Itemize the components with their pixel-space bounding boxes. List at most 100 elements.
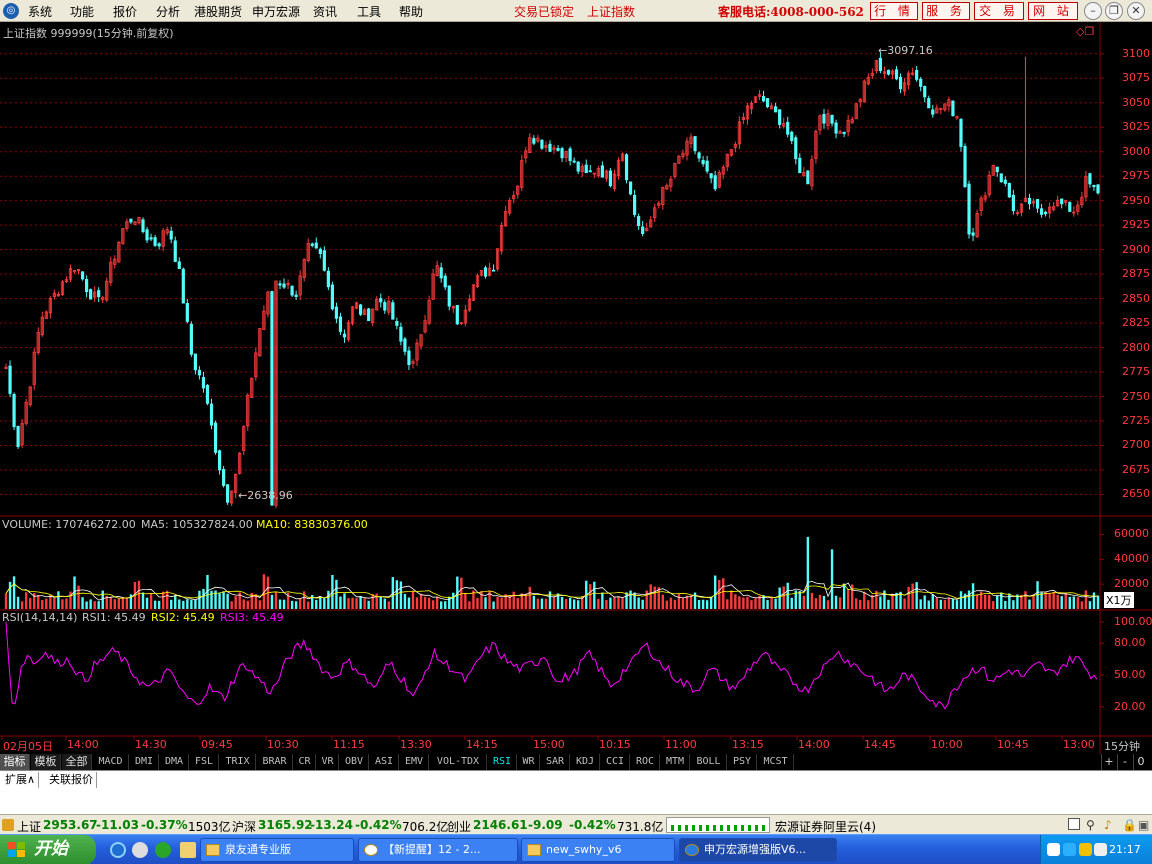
ie-icon[interactable] (110, 842, 126, 858)
candle-body (391, 302, 395, 320)
tab-rsi[interactable]: RSI (488, 754, 517, 770)
start-button[interactable]: 开始 (0, 835, 96, 864)
chart-area[interactable]: 上证指数 999999(15分钟.前复权) ◇❐ 3100 3075 3050 302… (0, 22, 1152, 754)
tab-psy[interactable]: PSY (728, 754, 757, 770)
tab-brar[interactable]: BRAR (257, 754, 293, 770)
bell-icon[interactable]: ♪ (1104, 818, 1112, 832)
volume-bar (846, 589, 850, 609)
close-icon[interactable]: ✕ (1127, 2, 1145, 20)
tab-indicator[interactable]: 指标 (0, 754, 30, 770)
candle-body (842, 131, 846, 134)
zoom-reset-button[interactable]: 0 (1133, 754, 1148, 770)
service-button[interactable]: 服 务 (922, 2, 970, 20)
volume-icon[interactable] (1094, 843, 1107, 856)
antenna-icon[interactable]: ⚲ (1086, 818, 1095, 832)
task-swhy-enhanced[interactable]: 申万宏源增强版V6... (679, 838, 837, 862)
task-new-reminder[interactable]: 【新提醒】12 - 2... (358, 838, 518, 862)
volume-bar (298, 599, 302, 609)
tab-cr[interactable]: CR (294, 754, 316, 770)
volume-bar (718, 579, 721, 609)
tab-template[interactable]: 模板 (31, 754, 61, 770)
tab-boll[interactable]: BOLL (691, 754, 727, 770)
volume-bar (258, 600, 262, 609)
tab-dmi[interactable]: DMI (130, 754, 159, 770)
candle-body (177, 261, 181, 269)
candle-body (761, 96, 766, 102)
zoom-in-button[interactable]: + (1101, 754, 1116, 770)
volume-bar (49, 595, 52, 609)
period-selector[interactable]: 15分钟 (1104, 738, 1140, 754)
menu-function[interactable]: 功能 (70, 3, 94, 20)
app-logo-icon[interactable]: ◎ (3, 3, 19, 19)
tab-roc[interactable]: ROC (631, 754, 660, 770)
volume-bar (649, 584, 652, 609)
hs-name[interactable]: 沪深 (232, 818, 256, 835)
tab-all[interactable]: 全部 (62, 754, 92, 770)
volume-bar (951, 598, 955, 609)
volume-bar (750, 600, 753, 609)
volume-bar (444, 601, 447, 609)
menu-news[interactable]: 资讯 (313, 3, 337, 20)
volume-bar (786, 582, 789, 609)
quote-button[interactable]: 行 情 (870, 2, 918, 20)
tab-emv[interactable]: EMV (400, 754, 429, 770)
website-button[interactable]: 网 站 (1028, 2, 1078, 20)
menu-analysis[interactable]: 分析 (156, 3, 180, 20)
menu-swhy[interactable]: 申万宏源 (252, 3, 300, 20)
security-icon[interactable] (1063, 843, 1076, 856)
tab-sar[interactable]: SAR (541, 754, 570, 770)
tab-mcst[interactable]: MCST (758, 754, 794, 770)
volume-bar (16, 596, 20, 609)
task-new-swhy[interactable]: new_swhy_v6 (521, 838, 675, 862)
chart-svg[interactable] (0, 22, 1152, 754)
expand-tab[interactable]: 扩展∧ (2, 772, 40, 788)
restore-icon[interactable]: ❐ (1105, 2, 1123, 20)
tray-app-icon[interactable] (1079, 843, 1092, 856)
status-menu-icon[interactable] (2, 819, 14, 831)
tab-mtm[interactable]: MTM (661, 754, 690, 770)
tab-kdj[interactable]: KDJ (571, 754, 600, 770)
tab-obv[interactable]: OBV (340, 754, 369, 770)
tab-wr[interactable]: WR (518, 754, 540, 770)
note-icon[interactable] (1068, 818, 1080, 830)
tab-cci[interactable]: CCI (601, 754, 630, 770)
server-name[interactable]: 宏源证券阿里云(4) (775, 818, 876, 835)
tab-vr[interactable]: VR (317, 754, 339, 770)
menu-help[interactable]: 帮助 (399, 3, 423, 20)
trade-lock-status[interactable]: 交易已锁定 (514, 3, 574, 20)
ime-icon[interactable] (1047, 843, 1060, 856)
tab-trix[interactable]: TRIX (220, 754, 256, 770)
sh-name[interactable]: 上证 (17, 818, 41, 835)
tab-macd[interactable]: MACD (93, 754, 129, 770)
taskbar: 开始 泉友通专业版 【新提醒】12 - 2... new_swhy_v6 申万宏… (0, 834, 1152, 864)
candle-body (624, 154, 629, 181)
volume-bar (709, 596, 713, 609)
show-desktop-icon[interactable] (180, 842, 196, 858)
360-browser-icon[interactable] (155, 842, 171, 858)
trade-button[interactable]: 交 易 (974, 2, 1024, 20)
tab-dma[interactable]: DMA (160, 754, 189, 770)
minimize-icon[interactable]: – (1084, 2, 1102, 20)
menu-tools[interactable]: 工具 (357, 3, 381, 20)
candle-body (338, 316, 343, 332)
cy-name[interactable]: 创业 (447, 818, 471, 835)
menu-hk-futures[interactable]: 港股期货 (194, 3, 242, 20)
chart-option-icon[interactable]: ◇❐ (1076, 25, 1094, 38)
chart-title: 上证指数 999999(15分钟.前复权) (3, 27, 174, 40)
volume-bar (907, 586, 910, 609)
task-quanyoutong[interactable]: 泉友通专业版 (200, 838, 354, 862)
related-quote-tab[interactable]: 关联报价 (46, 772, 97, 788)
menu-system[interactable]: 系统 (28, 3, 52, 20)
meter-segment (741, 825, 744, 831)
screen-icon[interactable]: ▣ (1138, 818, 1149, 832)
chrome-icon[interactable] (132, 842, 148, 858)
folder-icon (527, 844, 541, 856)
tab-fsl[interactable]: FSL (190, 754, 219, 770)
lock-icon[interactable]: 🔒 (1122, 818, 1137, 832)
tab-asi[interactable]: ASI (370, 754, 399, 770)
tab-vol-tdx[interactable]: VOL-TDX (430, 754, 487, 770)
zoom-out-button[interactable]: - (1117, 754, 1132, 770)
menu-quote[interactable]: 报价 (113, 3, 137, 20)
volume-bar (1032, 594, 1035, 609)
candle-body (1007, 182, 1011, 198)
